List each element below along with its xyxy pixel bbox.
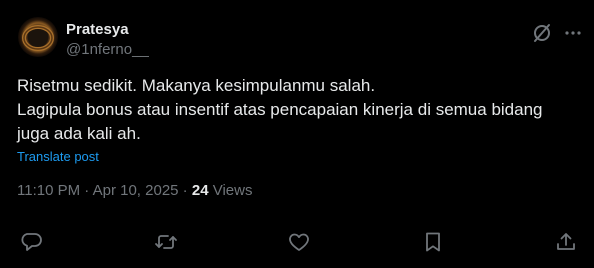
author-name[interactable]: Pratesya [66,21,129,38]
bookmark-button[interactable] [421,230,445,254]
avatar[interactable] [18,17,58,57]
tweet-date[interactable]: Apr 10, 2025 [93,182,179,199]
translate-post-link[interactable]: Translate post [17,149,99,164]
like-button[interactable] [287,230,311,254]
reply-icon [19,230,43,254]
views-label: Views [208,182,253,199]
tweet-line: Risetmu sedikit. Makanya kesimpulanmu sa… [17,76,376,95]
repost-icon [154,230,178,254]
reply-button[interactable] [19,230,43,254]
tweet-line: Lagipula bonus atau insentif atas pencap… [17,100,543,119]
tweet-line: juga ada kali ah. [17,124,141,143]
grok-button[interactable] [531,22,553,44]
repost-button[interactable] [154,230,178,254]
grok-icon [531,22,553,44]
share-button[interactable] [554,230,578,254]
separator: · [80,182,93,199]
author-handle[interactable]: @1nferno__ [66,41,149,58]
tweet-text: Risetmu sedikit. Makanya kesimpulanmu sa… [17,74,577,146]
bookmark-icon [421,230,445,254]
ring-avatar-image [22,25,54,51]
share-icon [554,230,578,254]
views-count: 24 [191,182,209,199]
more-icon [562,22,584,44]
tweet-meta: 11:10 PM · Apr 10, 2025 · 24 Views [17,182,252,199]
like-icon [287,230,311,254]
tweet-time[interactable]: 11:10 PM [17,182,80,199]
separator: · [178,182,192,199]
more-button[interactable] [562,22,584,44]
